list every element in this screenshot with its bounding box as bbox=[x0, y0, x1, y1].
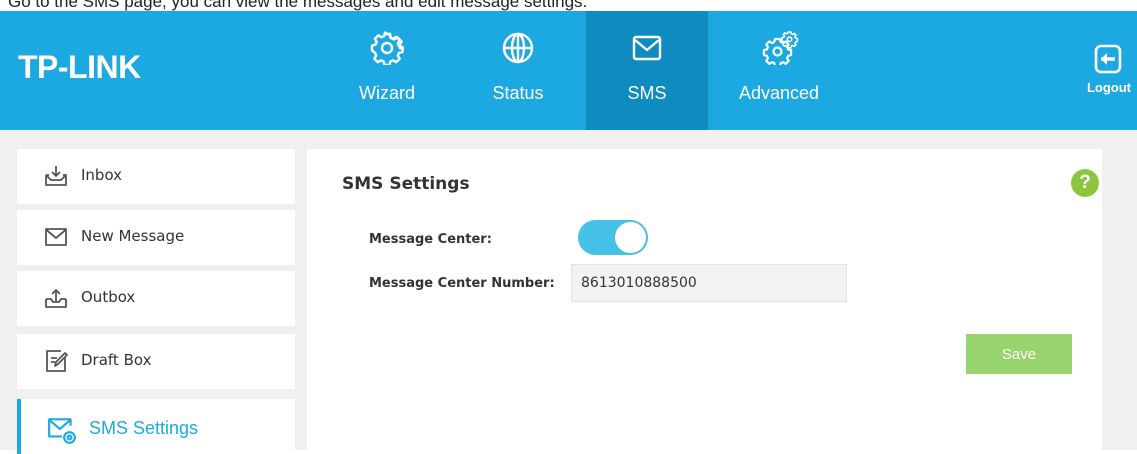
gear-icon bbox=[370, 31, 404, 65]
nav-wizard[interactable]: Wizard bbox=[338, 11, 436, 130]
nav-status[interactable]: Status bbox=[470, 11, 566, 130]
sidebar-item-label: Draft Box bbox=[81, 351, 152, 369]
sidebar-item-label: Inbox bbox=[81, 166, 123, 184]
brand-logo: TP-LINK bbox=[18, 49, 141, 85]
active-indicator bbox=[17, 399, 21, 454]
sidebar-item-inbox[interactable]: Inbox bbox=[17, 149, 295, 204]
inbox-icon bbox=[45, 166, 67, 186]
nav-status-label: Status bbox=[492, 83, 544, 103]
nav-wizard-label: Wizard bbox=[358, 83, 415, 103]
message-center-number-label: Message Center Number: bbox=[369, 276, 555, 291]
toggle-knob bbox=[615, 222, 646, 253]
nav-advanced[interactable]: Advanced bbox=[720, 11, 838, 130]
sidebar-item-sms-settings[interactable]: SMS Settings bbox=[17, 399, 295, 454]
help-icon[interactable]: ? bbox=[1071, 169, 1099, 197]
sidebar-item-label: SMS Settings bbox=[89, 418, 199, 438]
outbox-icon bbox=[45, 289, 67, 308]
nav-sms-label: SMS bbox=[627, 83, 667, 103]
sms-settings-panel: SMS Settings ? Message Center: Message C… bbox=[307, 149, 1102, 450]
gears-icon bbox=[762, 31, 799, 65]
message-center-number-input[interactable] bbox=[571, 264, 847, 302]
message-center-toggle[interactable] bbox=[578, 220, 648, 255]
logout-button[interactable]: Logout bbox=[1083, 36, 1135, 106]
sms-settings-icon bbox=[48, 418, 76, 444]
envelope-icon bbox=[632, 35, 662, 61]
draft-icon bbox=[46, 350, 68, 372]
panel-title: SMS Settings bbox=[342, 174, 470, 194]
logout-label: Logout bbox=[1086, 80, 1132, 95]
nav-advanced-label: Advanced bbox=[738, 83, 820, 103]
message-center-label: Message Center: bbox=[369, 232, 492, 247]
top-navigation-bar: TP-LINK Wizard Status SMS Advanced Logou… bbox=[0, 11, 1137, 130]
envelope-icon bbox=[45, 228, 67, 246]
sidebar-item-outbox[interactable]: Outbox bbox=[17, 271, 295, 326]
sidebar-item-new-message[interactable]: New Message bbox=[17, 210, 295, 265]
sidebar-item-label: Outbox bbox=[81, 288, 136, 306]
sidebar-item-draft-box[interactable]: Draft Box bbox=[17, 334, 295, 389]
sidebar-item-label: New Message bbox=[81, 227, 185, 245]
globe-icon bbox=[502, 32, 534, 64]
nav-sms[interactable]: SMS bbox=[586, 11, 708, 130]
save-button[interactable]: Save bbox=[966, 334, 1072, 374]
logout-icon bbox=[1094, 44, 1122, 74]
